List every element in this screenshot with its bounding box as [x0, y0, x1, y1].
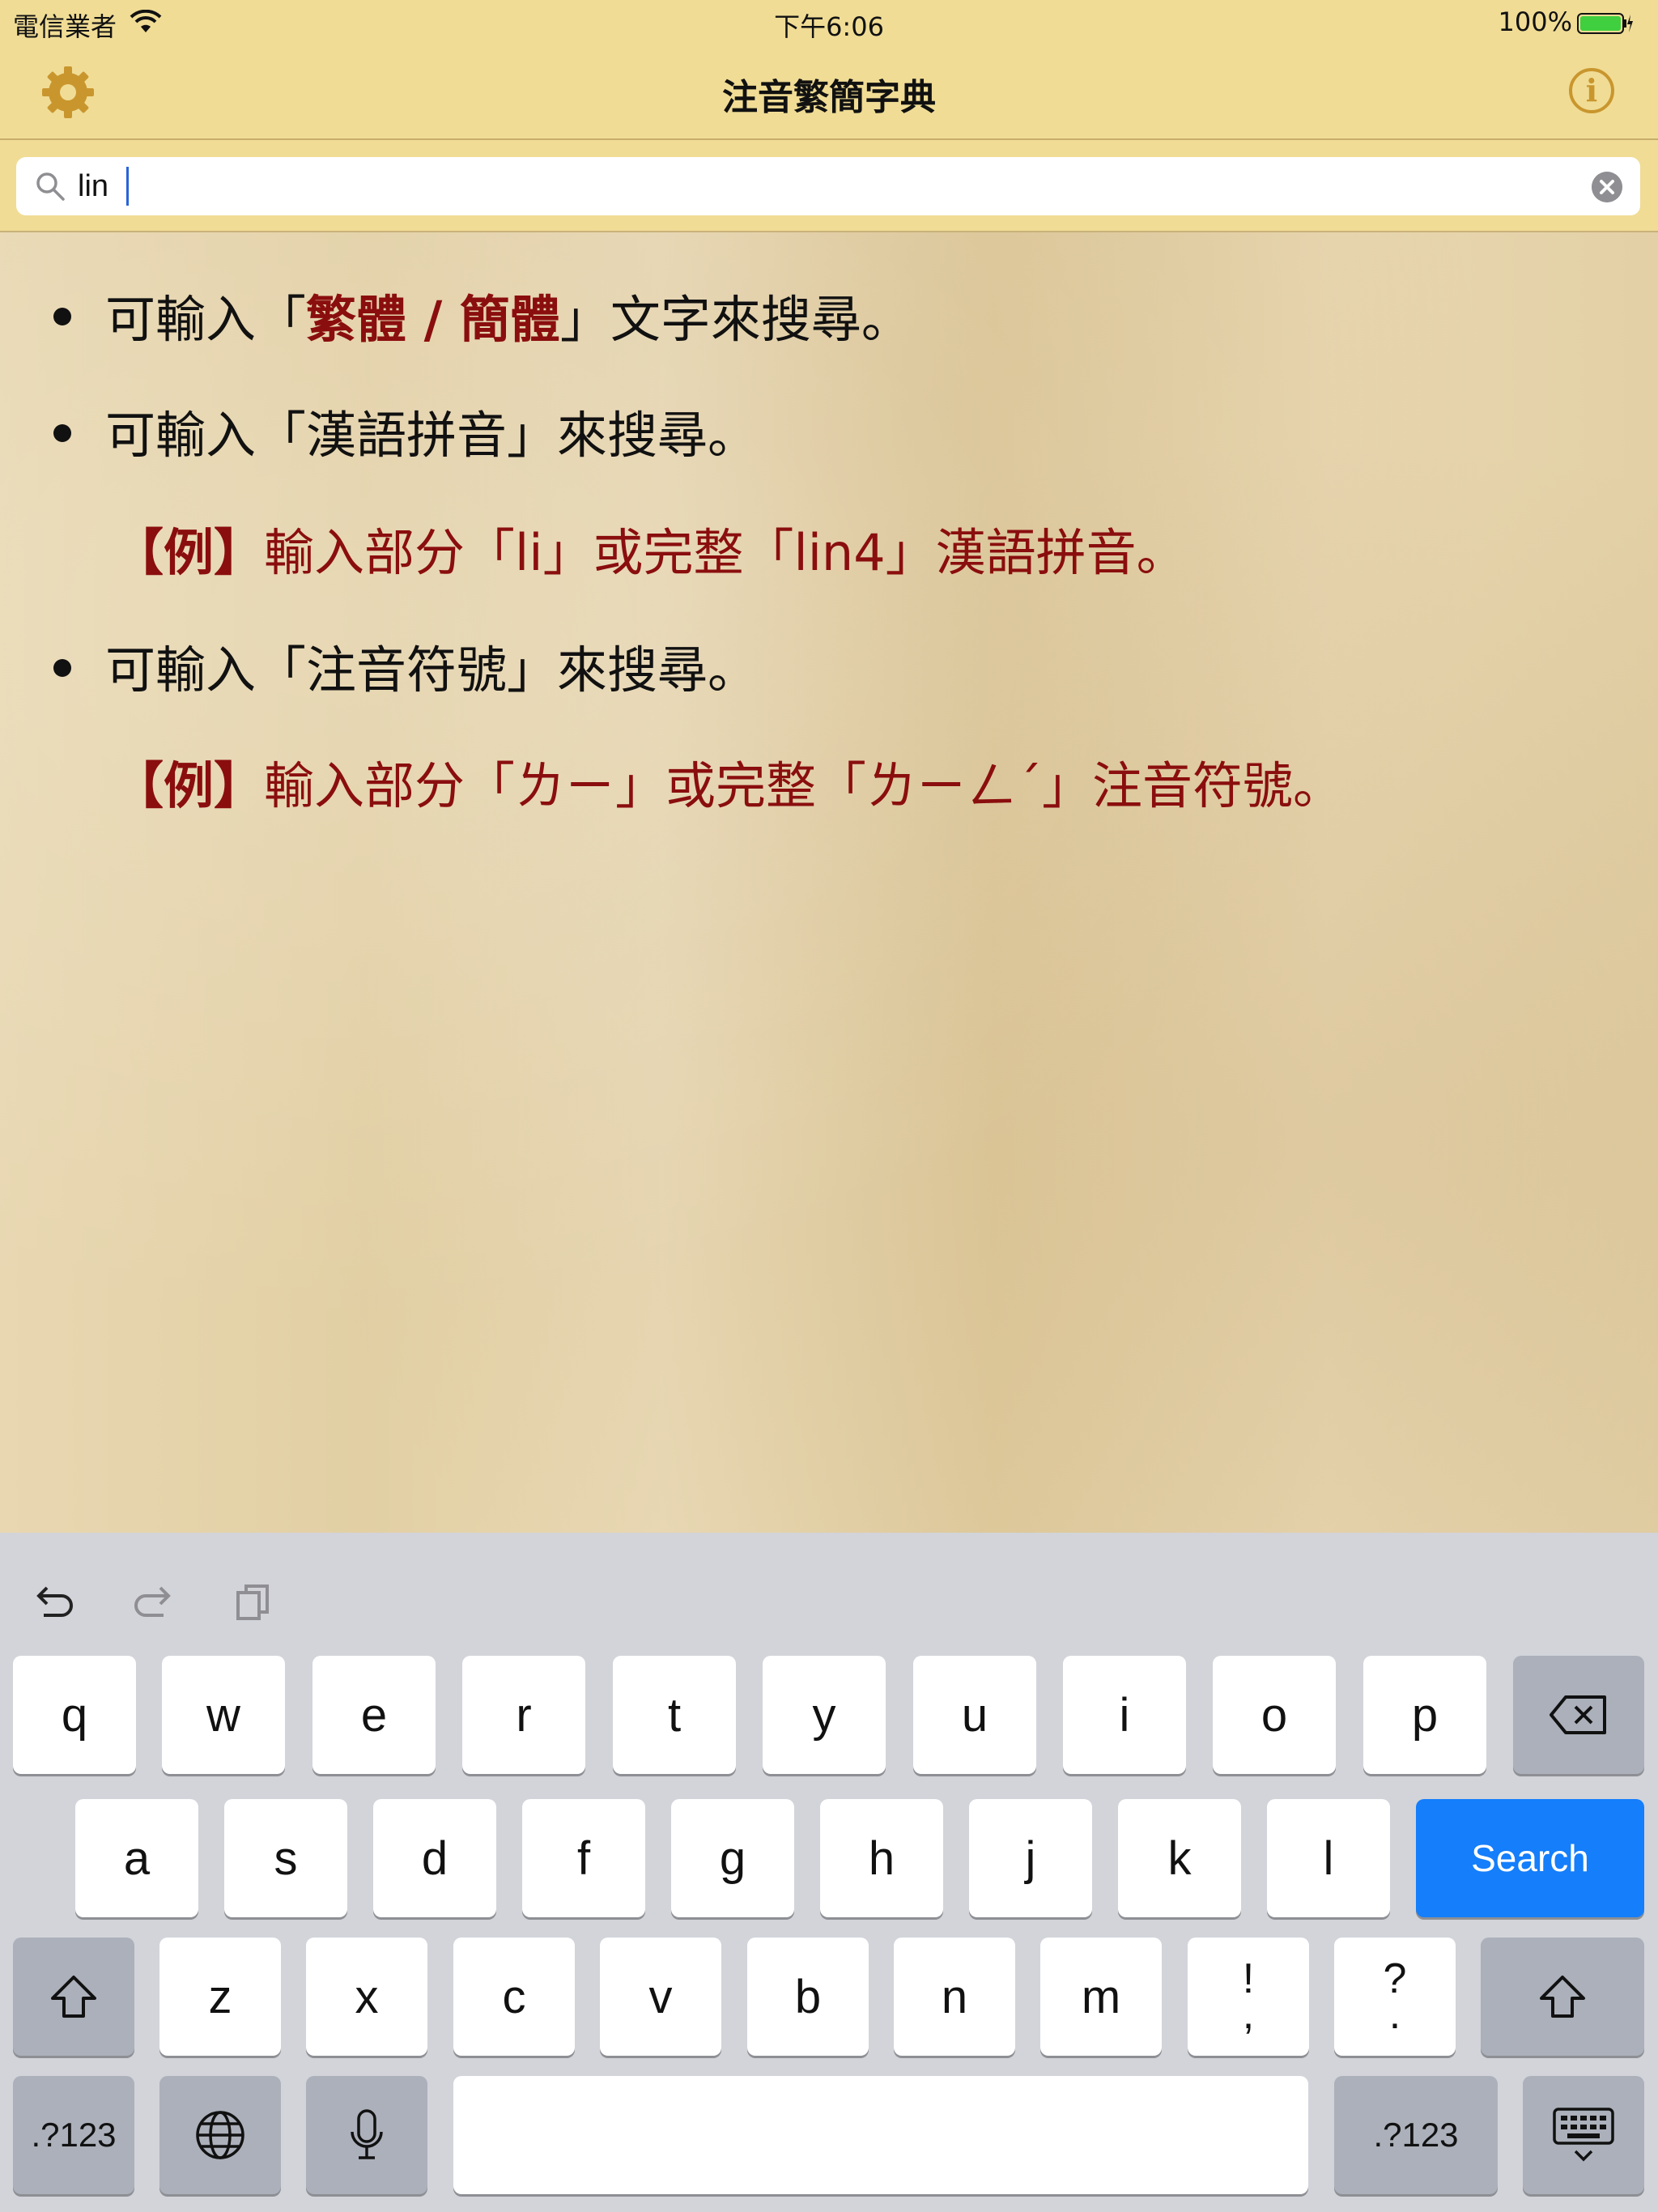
text-caret: [126, 167, 129, 206]
dismiss-keyboard-key[interactable]: [1523, 2076, 1644, 2194]
tip-text: 可輸入「: [105, 290, 307, 349]
shift-key-left[interactable]: [13, 1938, 134, 2056]
shift-icon: [1540, 1976, 1585, 2018]
navigation-bar: 注音繁簡字典 i: [0, 45, 1658, 139]
globe-key[interactable]: [159, 2076, 281, 2194]
key-question-period[interactable]: ? .: [1334, 1938, 1456, 2056]
status-time: 下午6:06: [774, 11, 884, 42]
key-p[interactable]: p: [1363, 1656, 1486, 1774]
on-screen-keyboard: q w e r t y u i o p a s d f g h j k l Se…: [0, 1533, 1658, 2212]
key-z[interactable]: z: [159, 1938, 281, 2056]
key-exclamation-comma[interactable]: ! ,: [1188, 1938, 1309, 2056]
key-e[interactable]: e: [312, 1656, 436, 1774]
example-tag: 【例】: [113, 756, 265, 815]
top-chrome: 電信業者 下午6:06 100% 注音繁簡字典 i lin: [0, 0, 1658, 232]
key-s[interactable]: s: [224, 1799, 347, 1917]
key-o[interactable]: o: [1213, 1656, 1336, 1774]
redo-icon[interactable]: [130, 1578, 178, 1627]
key-y[interactable]: y: [763, 1656, 886, 1774]
key-i[interactable]: i: [1063, 1656, 1186, 1774]
globe-icon: [196, 2111, 244, 2159]
divider: [0, 138, 1658, 140]
search-input[interactable]: [78, 164, 1535, 209]
key-d[interactable]: d: [373, 1799, 496, 1917]
dictation-key[interactable]: [306, 2076, 427, 2194]
key-v[interactable]: v: [600, 1938, 721, 2056]
page-title: 注音繁簡字典: [722, 77, 936, 118]
key-j[interactable]: j: [969, 1799, 1092, 1917]
key-b[interactable]: b: [747, 1938, 869, 2056]
key-c[interactable]: c: [453, 1938, 575, 2056]
keyboard-dismiss-icon: [1553, 2108, 1614, 2162]
status-bar: 電信業者 下午6:06 100%: [0, 0, 1658, 45]
key-g[interactable]: g: [671, 1799, 794, 1917]
battery-icon: [1577, 13, 1633, 34]
tip-highlight: 繁體 / 簡體: [306, 290, 560, 349]
key-bottom-char: ,: [1242, 1991, 1255, 2038]
example-text: 輸入部分「ㄌㄧ」或完整「ㄌㄧㄥˊ」注音符號。: [264, 756, 1344, 815]
bullet: [53, 308, 71, 325]
bullet: [53, 424, 71, 442]
info-button[interactable]: i: [1569, 68, 1614, 113]
microphone-icon: [351, 2109, 383, 2159]
key-m[interactable]: m: [1040, 1938, 1162, 2056]
search-key[interactable]: Search: [1416, 1799, 1644, 1917]
numbers-key-left[interactable]: .?123: [13, 2076, 134, 2194]
clear-search-icon[interactable]: [1592, 172, 1622, 202]
undo-icon[interactable]: [29, 1578, 78, 1627]
key-u[interactable]: u: [913, 1656, 1036, 1774]
key-l[interactable]: l: [1267, 1799, 1390, 1917]
space-bar[interactable]: [453, 2076, 1308, 2194]
example-pinyin: 【例】輸入部分「li」或完整「lin4」漢語拼音。: [113, 512, 1187, 585]
shift-icon: [51, 1976, 96, 2018]
key-k[interactable]: k: [1118, 1799, 1241, 1917]
key-x[interactable]: x: [306, 1938, 427, 2056]
tip-text-pinyin: 可輸入「漢語拼音」來搜尋。: [105, 406, 759, 465]
key-bottom-char: .: [1388, 1991, 1401, 2038]
key-t[interactable]: t: [613, 1656, 736, 1774]
tip-text-hanzi: 可輸入「繁體 / 簡體」文字來搜尋。: [105, 279, 912, 351]
search-icon: [36, 172, 65, 201]
battery-percent: 100%: [1498, 6, 1572, 37]
key-a[interactable]: a: [75, 1799, 198, 1917]
example-text: 輸入部分「li」或完整「lin4」漢語拼音。: [264, 523, 1187, 582]
key-h[interactable]: h: [820, 1799, 943, 1917]
paste-icon[interactable]: [230, 1578, 278, 1627]
delete-key[interactable]: [1513, 1656, 1644, 1774]
example-zhuyin: 【例】輸入部分「ㄌㄧ」或完整「ㄌㄧㄥˊ」注音符號。: [113, 745, 1343, 818]
numbers-key-right[interactable]: .?123: [1334, 2076, 1498, 2194]
help-content: 可輸入「繁體 / 簡體」文字來搜尋。 可輸入「漢語拼音」來搜尋。 【例】輸入部分…: [0, 232, 1658, 1533]
key-r[interactable]: r: [462, 1656, 585, 1774]
tip-text-zhuyin: 可輸入「注音符號」來搜尋。: [105, 640, 759, 700]
key-w[interactable]: w: [162, 1656, 285, 1774]
key-q[interactable]: q: [13, 1656, 136, 1774]
shift-key-right[interactable]: [1481, 1938, 1644, 2056]
bullet: [53, 659, 71, 677]
backspace-icon: [1550, 1695, 1606, 1734]
tip-text: 」文字來搜尋。: [559, 290, 912, 349]
example-tag: 【例】: [113, 523, 265, 582]
key-f[interactable]: f: [522, 1799, 645, 1917]
search-bar[interactable]: [16, 157, 1640, 215]
key-n[interactable]: n: [894, 1938, 1015, 2056]
